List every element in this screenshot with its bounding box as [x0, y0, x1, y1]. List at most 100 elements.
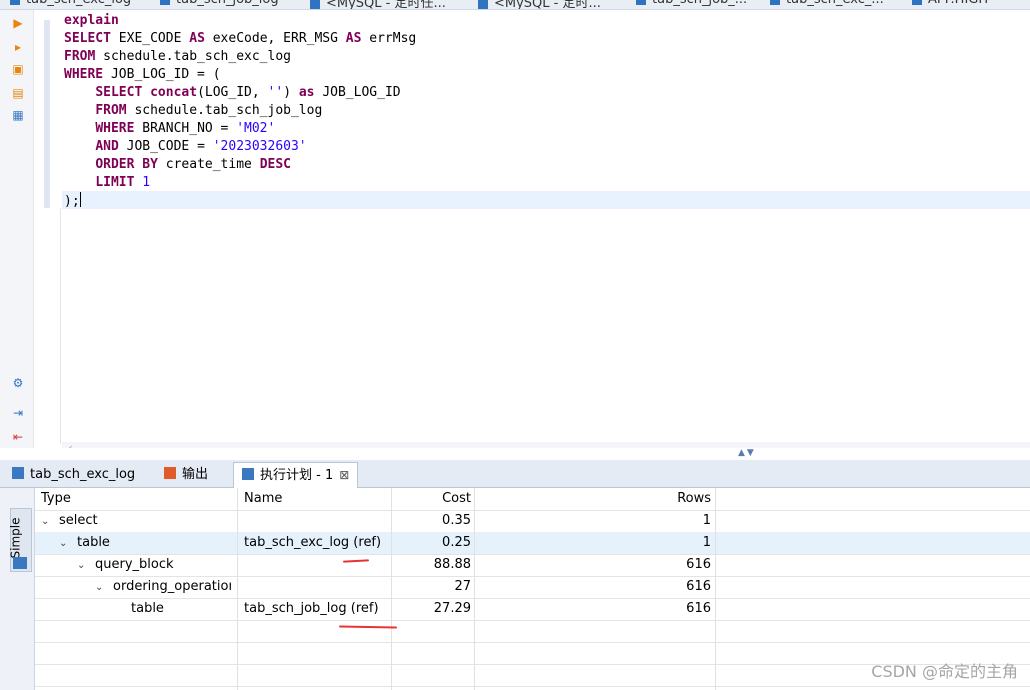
cell-type: ⌄ table	[59, 532, 231, 554]
code-line[interactable]: FROM schedule.tab_sch_job_log	[64, 102, 416, 120]
sql-code[interactable]: explain SELECT EXE_CODE AS exeCode, ERR_M…	[64, 12, 416, 210]
sql-file-icon	[10, 0, 20, 5]
chevron-down-icon[interactable]: ⌄	[95, 577, 107, 598]
plan-node-type: query_block	[95, 557, 174, 572]
plan-node-type: select	[59, 513, 98, 528]
editor-tab[interactable]: tab_sch_job_...	[636, 0, 747, 7]
sql-keyword: LIMIT	[95, 175, 135, 190]
editor-tab-label: <MySQL - 定时任...	[326, 0, 446, 10]
gutter-divider	[60, 208, 61, 444]
text-caret	[79, 192, 81, 207]
sql-number: 1	[142, 175, 151, 190]
editor-tab-label: tab_sch_job_...	[652, 0, 747, 7]
tab-plan-label: 执行计划 - 1	[260, 468, 334, 483]
chevron-down-icon[interactable]: ⌄	[59, 533, 71, 554]
plan-row[interactable]: table tab_sch_job_log (ref) 27.29 616	[35, 598, 1030, 621]
tab-explain-plan[interactable]: 执行计划 - 1 ⊠	[233, 462, 359, 488]
header-cost[interactable]: Cost	[393, 488, 471, 510]
sql-text: JOB_LOG_ID	[314, 85, 401, 100]
editor-tab-label: APP.HIGH	[928, 0, 988, 7]
chevron-down-icon[interactable]: ⌄	[41, 511, 53, 532]
sql-text: BRANCH_NO =	[134, 121, 237, 136]
result-tab-bar: tab_sch_exc_log 输出 执行计划 - 1 ⊠	[0, 460, 1030, 488]
sql-text: )	[283, 85, 299, 100]
sql-file-icon	[912, 0, 922, 5]
sql-editor[interactable]: ▶ ▸ ▣ ▤ ▦ ⚙ ⇥ ⇤ explain SELECT EXE_CODE A…	[0, 10, 1030, 458]
sql-keyword: as	[298, 85, 315, 100]
code-line[interactable]: WHERE BRANCH_NO = 'M02'	[64, 120, 416, 138]
sql-text: schedule.tab_sch_job_log	[126, 103, 323, 118]
plan-icon	[242, 468, 254, 480]
editor-tab[interactable]: tab_sch_exc_log	[10, 0, 131, 7]
sql-keyword: SELECT	[95, 85, 143, 100]
editor-tab[interactable]: <MySQL - 定时任...	[310, 0, 446, 10]
sql-file-icon	[478, 0, 488, 9]
plan-row[interactable]: ⌄ ordering_operation 27 616	[35, 576, 1030, 599]
sql-string: ''	[267, 85, 284, 100]
header-rows[interactable]: Rows	[477, 488, 711, 510]
editor-ruler: ▶ ▸ ▣ ▤ ▦ ⚙ ⇥ ⇤	[0, 10, 34, 450]
sql-keyword: FROM	[64, 49, 96, 64]
sql-file-icon	[636, 0, 646, 5]
code-line[interactable]: AND JOB_CODE = '2023032603'	[64, 138, 416, 156]
sql-text: JOB_LOG_ID = (	[103, 67, 221, 82]
cell-rows: 616	[686, 579, 711, 594]
cell-name	[244, 576, 389, 598]
tab-output[interactable]: 输出	[156, 462, 216, 487]
plan-row[interactable]: ⌄ table tab_sch_exc_log (ref) 0.25 1	[35, 532, 1030, 555]
code-line[interactable]: SELECT concat(LOG_ID, '') as JOB_LOG_ID	[64, 84, 416, 102]
cell-rows: 1	[702, 535, 711, 550]
execute-script-icon[interactable]: ▣	[11, 62, 25, 76]
cell-type: table	[113, 598, 231, 620]
editor-tab-label: tab_sch_exc_...	[786, 0, 884, 7]
cell-rows: 616	[686, 601, 711, 616]
minimize-maximize-icon[interactable]: ▲▼	[738, 448, 756, 458]
import-icon[interactable]: ⇤	[11, 430, 25, 444]
code-line[interactable]: );	[64, 192, 416, 210]
tab-simple-view[interactable]: Simple	[8, 508, 32, 572]
code-line[interactable]: LIMIT 1	[64, 174, 416, 192]
sql-keyword: AS	[189, 31, 205, 46]
sql-text: (LOG_ID,	[197, 85, 268, 100]
run-icon[interactable]: ▶	[11, 16, 25, 30]
editor-tab[interactable]: tab_sch_exc_...	[770, 0, 884, 7]
code-line[interactable]: WHERE JOB_LOG_ID = (	[64, 66, 416, 84]
tab-result-table[interactable]: tab_sch_exc_log	[4, 462, 143, 487]
settings-gear-icon[interactable]: ⚙	[11, 376, 25, 390]
header-type[interactable]: Type	[41, 488, 231, 510]
export-icon[interactable]: ⇥	[11, 406, 25, 420]
run-step-icon[interactable]: ▸	[11, 40, 25, 54]
column-divider	[474, 488, 475, 690]
sql-keyword: DESC	[259, 157, 291, 172]
plan-row[interactable]: ⌄ select 0.35 1	[35, 510, 1030, 533]
code-line[interactable]: FROM schedule.tab_sch_exc_log	[64, 48, 416, 66]
code-line[interactable]: ORDER BY create_time DESC	[64, 156, 416, 174]
chevron-down-icon[interactable]: ⌄	[77, 555, 89, 576]
sql-text: create_time	[157, 157, 260, 172]
cell-type: ⌄ query_block	[77, 554, 231, 576]
sql-text: JOB_CODE =	[118, 139, 213, 154]
close-icon[interactable]: ⊠	[339, 468, 349, 482]
editor-tab[interactable]: <MySQL - 定时...	[478, 0, 601, 9]
editor-tab[interactable]: tab_sch_job_log	[160, 0, 279, 7]
sql-file-icon	[160, 0, 170, 5]
plan-row[interactable]: ⌄ query_block 88.88 616	[35, 554, 1030, 577]
header-name[interactable]: Name	[244, 488, 384, 510]
column-divider	[237, 488, 238, 690]
format-icon[interactable]: ▦	[11, 108, 25, 122]
cell-cost: 0.25	[442, 535, 471, 550]
sql-text: EXE_CODE	[110, 31, 190, 46]
explain-plan-icon[interactable]: ▤	[11, 86, 25, 100]
code-line[interactable]: explain	[64, 12, 416, 30]
tab-output-label: 输出	[182, 467, 209, 482]
panel-sash[interactable]: ▲▼	[0, 448, 1030, 460]
code-line[interactable]: SELECT EXE_CODE AS exeCode, ERR_MSG AS e…	[64, 30, 416, 48]
editor-tab[interactable]: APP.HIGH	[912, 0, 988, 7]
column-divider	[715, 488, 716, 690]
watermark: CSDN @命定的主角	[871, 662, 1018, 681]
sql-file-icon	[310, 0, 320, 9]
sql-text: );	[64, 194, 80, 209]
sql-keyword: SELECT	[64, 31, 111, 46]
